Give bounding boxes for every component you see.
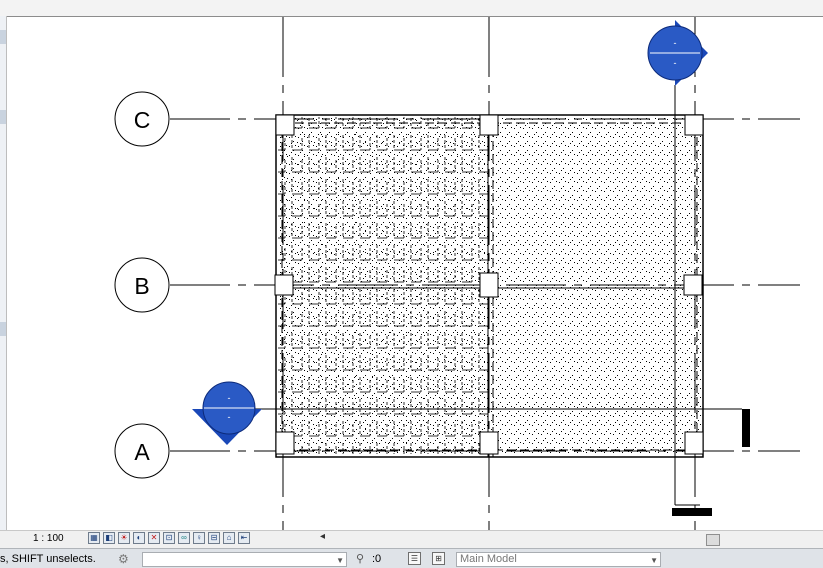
- chevron-down-icon: ▼: [650, 556, 658, 565]
- section-head-label: -: [674, 58, 677, 68]
- panel-edge-tab[interactable]: [0, 322, 6, 336]
- filter-icon[interactable]: ⚲: [356, 552, 364, 565]
- status-message: s, SHIFT unselects.: [0, 553, 96, 565]
- floor-plan-drawing[interactable]: - - - - C B A: [7, 17, 823, 530]
- editing-requests-icon[interactable]: ☰: [408, 552, 421, 565]
- section-head-bottom[interactable]: - -: [192, 381, 262, 445]
- show-crop-region-icon[interactable]: ⊡: [163, 532, 175, 544]
- section-head-label: -: [228, 393, 231, 403]
- visual-style-icon[interactable]: ◧: [103, 532, 115, 544]
- reveal-hidden-icon[interactable]: ♀: [193, 532, 205, 544]
- grid-bubble-a[interactable]: A: [114, 423, 170, 479]
- view-control-bar: 1 : 100 ▦ ◧ ☀ ◐ ✕ ⊡ ∞ ♀ ⊟ ⌂ ⇤ ◂: [0, 530, 823, 548]
- crop-view-icon[interactable]: ✕: [148, 532, 160, 544]
- selection-count: :0: [372, 553, 382, 565]
- design-option-dropdown[interactable]: Main Model ▼: [456, 552, 661, 567]
- horizontal-scroll-thumb[interactable]: [706, 534, 720, 546]
- shadows-icon[interactable]: ◐: [133, 532, 145, 544]
- design-option-value: Main Model: [460, 553, 517, 565]
- grid-bubble-c[interactable]: C: [114, 91, 170, 147]
- view-control-icons: ▦ ◧ ☀ ◐ ✕ ⊡ ∞ ♀ ⊟ ⌂ ⇤: [88, 532, 253, 544]
- grid-label-b: B: [134, 273, 149, 299]
- view-scale[interactable]: 1 : 100: [33, 533, 64, 544]
- grid-label-a: A: [134, 439, 150, 465]
- analytical-model-icon[interactable]: ⊟: [208, 532, 220, 544]
- highlight-displacement-icon[interactable]: ⌂: [223, 532, 235, 544]
- reveal-constraints-icon[interactable]: ⇤: [238, 532, 250, 544]
- section-head-top[interactable]: - -: [647, 20, 708, 86]
- panel-edge-tab[interactable]: [0, 110, 6, 124]
- scroll-left-icon[interactable]: ◂: [320, 531, 325, 542]
- title-strip: [0, 0, 823, 17]
- chevron-down-icon: ▼: [336, 556, 344, 565]
- grid-bubble-b[interactable]: B: [114, 257, 170, 313]
- design-options-icon[interactable]: ⊞: [432, 552, 445, 565]
- temporary-hide-icon[interactable]: ∞: [178, 532, 190, 544]
- worksets-icon[interactable]: ⚙: [118, 552, 132, 566]
- sun-path-icon[interactable]: ☀: [118, 532, 130, 544]
- status-bar: s, SHIFT unselects. ⚙ ▼ ⚲ :0 ☰ ⊞ Main Mo…: [0, 548, 823, 568]
- detail-level-icon[interactable]: ▦: [88, 532, 100, 544]
- workset-dropdown[interactable]: ▼: [142, 552, 347, 567]
- grid-label-c: C: [134, 107, 151, 133]
- drawing-canvas[interactable]: - - - - C B A: [7, 17, 823, 530]
- panel-edge-tab[interactable]: [0, 30, 6, 44]
- left-panel-edge: [0, 16, 7, 530]
- section-head-label: -: [674, 38, 677, 48]
- section-head-label: -: [228, 412, 231, 422]
